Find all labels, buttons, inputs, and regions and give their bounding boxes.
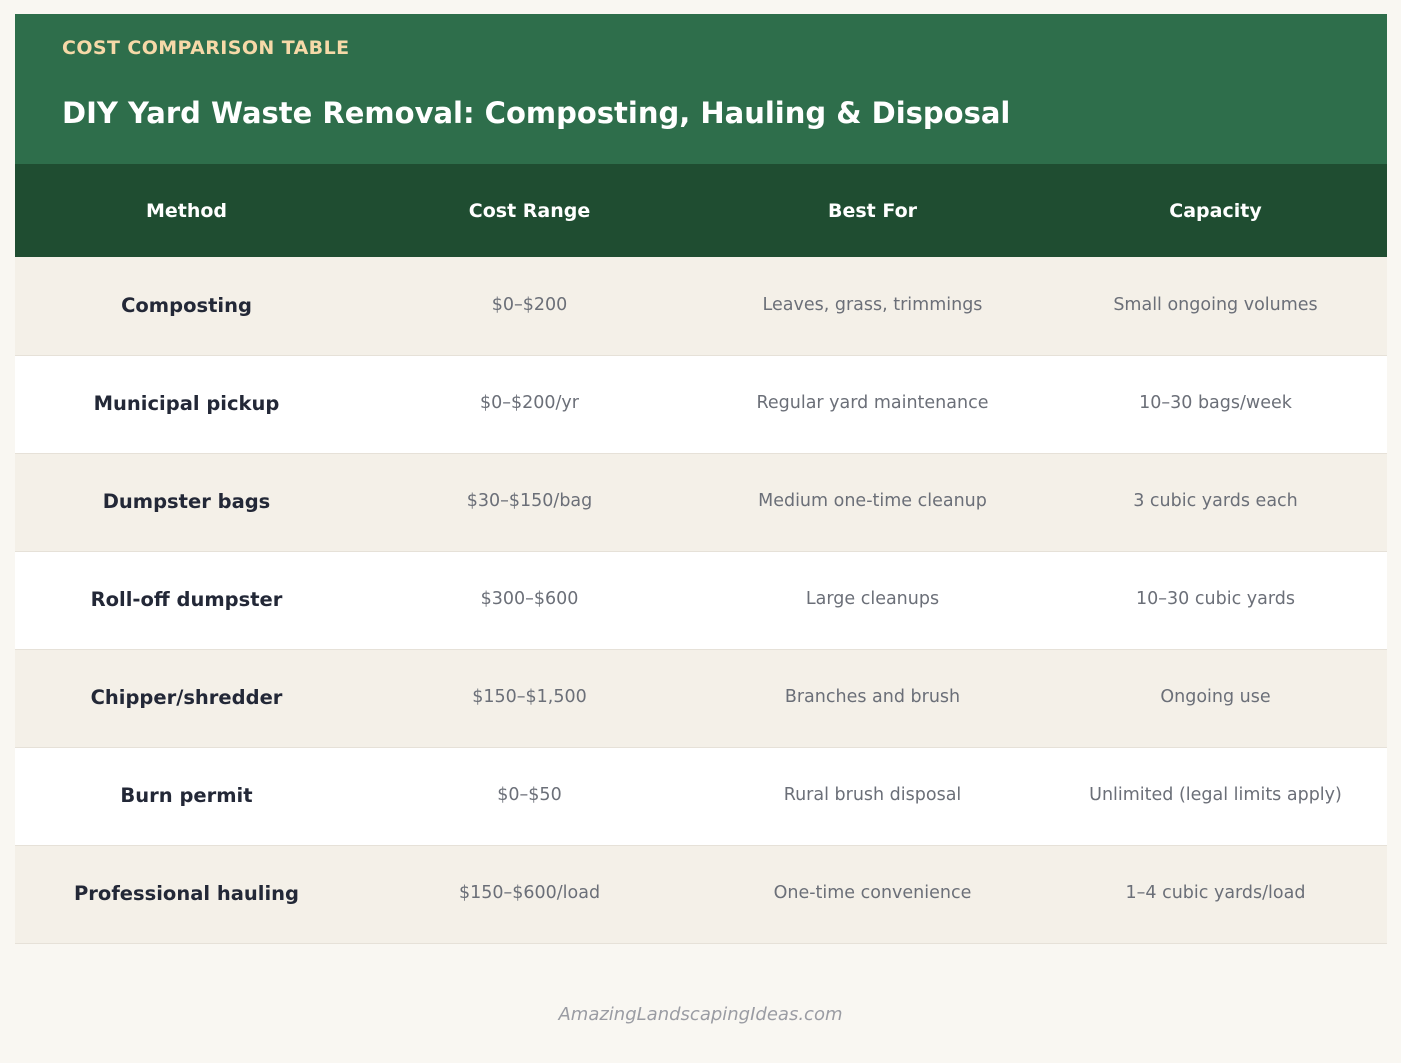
method-cell: Dumpster bags <box>102 489 271 513</box>
table-row: Burn permit $0–$50 Rural brush disposal … <box>15 747 1387 845</box>
cost-cell: $0–$50 <box>497 785 562 806</box>
cost-comparison-table: Method Cost Range Best For Capacity Comp… <box>15 164 1387 944</box>
capacity-cell: Ongoing use <box>1160 687 1271 708</box>
capacity-cell: 1–4 cubic yards/load <box>1125 883 1306 904</box>
page-header: COST COMPARISON TABLE DIY Yard Waste Rem… <box>15 14 1387 164</box>
best-for-cell: Branches and brush <box>784 687 961 708</box>
method-cell: Composting <box>121 293 252 317</box>
method-cell: Burn permit <box>120 783 253 807</box>
capacity-cell: 3 cubic yards each <box>1133 491 1298 512</box>
cost-cell: $30–$150/bag <box>466 491 593 512</box>
column-header-capacity: Capacity <box>1169 199 1262 222</box>
source-credit: AmazingLandscapingIdeas.com <box>558 1004 843 1025</box>
cost-cell: $150–$1,500 <box>472 687 587 708</box>
header-row: Method Cost Range Best For Capacity <box>15 164 1387 257</box>
column-header-best-for: Best For <box>827 199 917 222</box>
cost-cell: $0–$200/yr <box>479 393 579 414</box>
table-row: Professional hauling $150–$600/load One-… <box>15 845 1387 943</box>
method-cell: Municipal pickup <box>93 391 280 415</box>
method-cell: Professional hauling <box>74 881 299 905</box>
best-for-cell: Rural brush disposal <box>783 785 962 806</box>
method-cell: Chipper/shredder <box>90 685 283 709</box>
table-header: Method Cost Range Best For Capacity <box>15 164 1387 257</box>
method-cell: Roll-off dumpster <box>90 587 283 611</box>
cost-cell: $0–$200 <box>491 294 568 315</box>
cost-cell: $300–$600 <box>480 589 579 610</box>
best-for-cell: Regular yard maintenance <box>756 393 989 414</box>
best-for-cell: Large cleanups <box>805 589 940 610</box>
page-title: DIY Yard Waste Removal: Composting, Haul… <box>62 96 1011 130</box>
best-for-cell: Leaves, grass, trimmings <box>762 294 983 315</box>
eyebrow-label: COST COMPARISON TABLE <box>62 37 350 59</box>
cost-cell: $150–$600/load <box>458 883 601 904</box>
table-row: Roll-off dumpster $300–$600 Large cleanu… <box>15 551 1387 649</box>
column-header-method: Method <box>145 199 228 222</box>
table-row: Composting $0–$200 Leaves, grass, trimmi… <box>15 257 1387 355</box>
column-header-cost-range: Cost Range <box>468 199 591 222</box>
capacity-cell: 10–30 bags/week <box>1139 393 1292 414</box>
table-row: Dumpster bags $30–$150/bag Medium one-ti… <box>15 453 1387 551</box>
capacity-cell: Unlimited (legal limits apply) <box>1089 785 1342 806</box>
best-for-cell: Medium one-time cleanup <box>758 491 987 512</box>
table-row: Chipper/shredder $150–$1,500 Branches an… <box>15 649 1387 747</box>
table-body: Composting $0–$200 Leaves, grass, trimmi… <box>15 257 1387 943</box>
comparison-card: COST COMPARISON TABLE DIY Yard Waste Rem… <box>15 14 1387 944</box>
capacity-cell: 10–30 cubic yards <box>1136 589 1295 610</box>
capacity-cell: Small ongoing volumes <box>1113 294 1318 315</box>
best-for-cell: One-time convenience <box>773 883 972 904</box>
table-row: Municipal pickup $0–$200/yr Regular yard… <box>15 355 1387 453</box>
